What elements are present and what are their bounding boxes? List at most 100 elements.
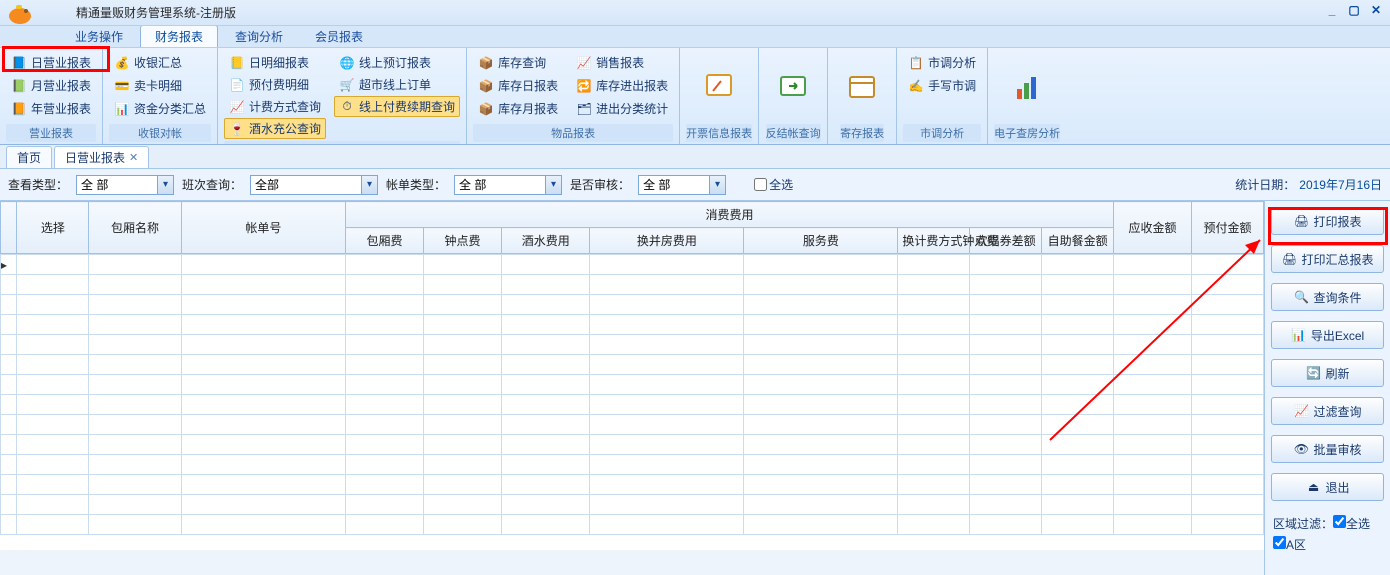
ribbon-invoice-report[interactable] [691,52,747,122]
view-type-combo[interactable]: ▾ [76,175,174,195]
ribbon-stock-io[interactable]: 🔁库存进出报表 [571,75,673,96]
ribbon-fund-category[interactable]: 📊资金分类汇总 [109,98,211,119]
filter-query-button[interactable]: 📈过滤查询 [1271,397,1384,425]
ribbon-stock-monthly[interactable]: 📦库存月报表 [473,98,563,119]
table-row[interactable] [1,295,1264,315]
print-report-button[interactable]: 🖨打印报表 [1271,207,1384,235]
table-row[interactable] [1,455,1264,475]
col-wine-fee[interactable]: 酒水费用 [502,228,590,254]
ribbon-cash-summary[interactable]: 💰收银汇总 [109,52,211,73]
close-button[interactable]: ✕ [1368,4,1384,18]
col-billchg-fee[interactable]: 换计费方式钟点费 [898,228,970,254]
bill-type-combo[interactable]: ▾ [454,175,562,195]
ribbon-group-fin-report: 📒日明细报表 📄预付费明细 📈计费方式查询 🍷酒水充公查询 🌐线上预订报表 🛒超… [218,48,467,144]
col-service-fee[interactable]: 服务费 [744,228,898,254]
side-panel: 🖨打印报表 🖨打印汇总报表 🔍查询条件 📊导出Excel 🔄刷新 📈过滤查询 👁… [1264,201,1390,575]
menu-tab-member[interactable]: 会员报表 [300,25,378,47]
print-summary-button[interactable]: 🖨打印汇总报表 [1271,245,1384,273]
col-buffet[interactable]: 自助餐金额 [1042,228,1114,254]
ribbon-sales-report[interactable]: 📈销售报表 [571,52,673,73]
funnel-icon: 🗂 [576,101,592,117]
ribbon-online-order[interactable]: 🛒超市线上订单 [334,74,460,95]
ribbon-stock-query[interactable]: 📦库存查询 [473,52,563,73]
chevron-down-icon[interactable]: ▾ [157,176,173,194]
ribbon-online-renew[interactable]: ⏱线上付费续期查询 [334,96,460,117]
refresh-button[interactable]: 🔄刷新 [1271,359,1384,387]
ribbon-io-category[interactable]: 🗂进出分类统计 [571,98,673,119]
bill-type-label: 帐单类型： [386,176,446,193]
table-row[interactable] [1,335,1264,355]
col-consume[interactable]: 消费费用 [345,202,1113,228]
page-tab-home[interactable]: 首页 [6,146,52,168]
table-row[interactable] [1,495,1264,515]
menu-tab-ops[interactable]: 业务操作 [60,25,138,47]
close-icon[interactable]: ✕ [129,151,138,164]
col-bill[interactable]: 帐单号 [181,202,345,254]
region-a-checkbox[interactable] [1273,536,1286,549]
region-all-checkbox[interactable] [1333,515,1346,528]
menu-tab-query[interactable]: 查询分析 [220,25,298,47]
ribbon-group-title: 收银对帐 [109,124,211,142]
ribbon-eroom-analysis[interactable] [999,52,1055,122]
maximize-button[interactable]: ▢ [1346,4,1362,18]
ribbon-monthly-report[interactable]: 📗月营业报表 [6,75,96,96]
table-row[interactable] [1,315,1264,335]
shift-combo[interactable]: ▾ [250,175,378,195]
page-tab-daily-report[interactable]: 日营业报表✕ [54,146,149,168]
table-row[interactable] [1,475,1264,495]
report-icon: 📗 [11,78,27,94]
audit-combo[interactable]: ▾ [638,175,726,195]
minimize-button[interactable]: _ [1324,4,1340,18]
table-row[interactable] [1,355,1264,375]
bill-type-input[interactable] [455,176,545,194]
ribbon-daily-report[interactable]: 📘日营业报表 [6,52,96,73]
chart-icon: 📊 [114,101,130,117]
export-excel-button[interactable]: 📊导出Excel [1271,321,1384,349]
ribbon-group-cashier: 💰收银汇总 💳卖卡明细 📊资金分类汇总 收银对帐 [103,48,218,144]
select-all-checkbox[interactable]: 全选 [754,176,793,193]
chevron-down-icon[interactable]: ▾ [361,176,377,194]
ribbon-group-biz-report: 📘日营业报表 📗月营业报表 📙年营业报表 营业报表 [0,48,103,144]
ribbon-market-analysis[interactable]: 📋市调分析 [903,52,981,73]
ribbon-reverse-query[interactable] [765,52,821,122]
batch-audit-button[interactable]: 👁批量审核 [1271,435,1384,463]
ribbon-daily-detail[interactable]: 📒日明细报表 [224,52,326,73]
view-type-input[interactable] [77,176,157,194]
ribbon-card-detail[interactable]: 💳卖卡明细 [109,75,211,96]
grid-body[interactable]: ▸ [0,254,1264,550]
ribbon-group-title: 营业报表 [6,124,96,142]
shift-input[interactable] [251,176,361,194]
audit-input[interactable] [639,176,709,194]
ribbon-deposit-report[interactable] [834,52,890,122]
table-row[interactable] [1,515,1264,535]
table-row[interactable] [1,395,1264,415]
col-change-fee[interactable]: 换并房费用 [590,228,744,254]
select-all-input[interactable] [754,178,767,191]
col-coupon-diff[interactable]: 欢唱券差额 [970,228,1042,254]
ribbon-wine-confiscate[interactable]: 🍷酒水充公查询 [224,118,326,139]
ribbon-prepaid-detail[interactable]: 📄预付费明细 [224,74,326,95]
ribbon-stock-daily[interactable]: 📦库存日报表 [473,75,563,96]
col-receivable[interactable]: 应收金额 [1114,202,1192,254]
ribbon-billing-query[interactable]: 📈计费方式查询 [224,96,326,117]
table-row[interactable] [1,375,1264,395]
table-row[interactable]: ▸ [1,255,1264,275]
chevron-down-icon[interactable]: ▾ [709,176,725,194]
ribbon-online-reserve[interactable]: 🌐线上预订报表 [334,52,460,73]
table-row[interactable] [1,435,1264,455]
table-row[interactable] [1,415,1264,435]
col-hour-fee[interactable]: 钟点费 [424,228,502,254]
menu-tab-finance[interactable]: 财务报表 [140,25,218,47]
chevron-down-icon[interactable]: ▾ [545,176,561,194]
col-prepaid[interactable]: 预付金额 [1192,202,1264,254]
query-cond-button[interactable]: 🔍查询条件 [1271,283,1384,311]
col-room[interactable]: 包厢名称 [89,202,181,254]
ribbon-market-handwrite[interactable]: ✍手写市调 [903,75,981,96]
col-room-fee[interactable]: 包厢费 [345,228,423,254]
table-row[interactable] [1,275,1264,295]
exit-icon: ⏏ [1305,479,1321,495]
report-icon: 📙 [11,101,27,117]
exit-button[interactable]: ⏏退出 [1271,473,1384,501]
col-select[interactable]: 选择 [17,202,89,254]
ribbon-yearly-report[interactable]: 📙年营业报表 [6,98,96,119]
